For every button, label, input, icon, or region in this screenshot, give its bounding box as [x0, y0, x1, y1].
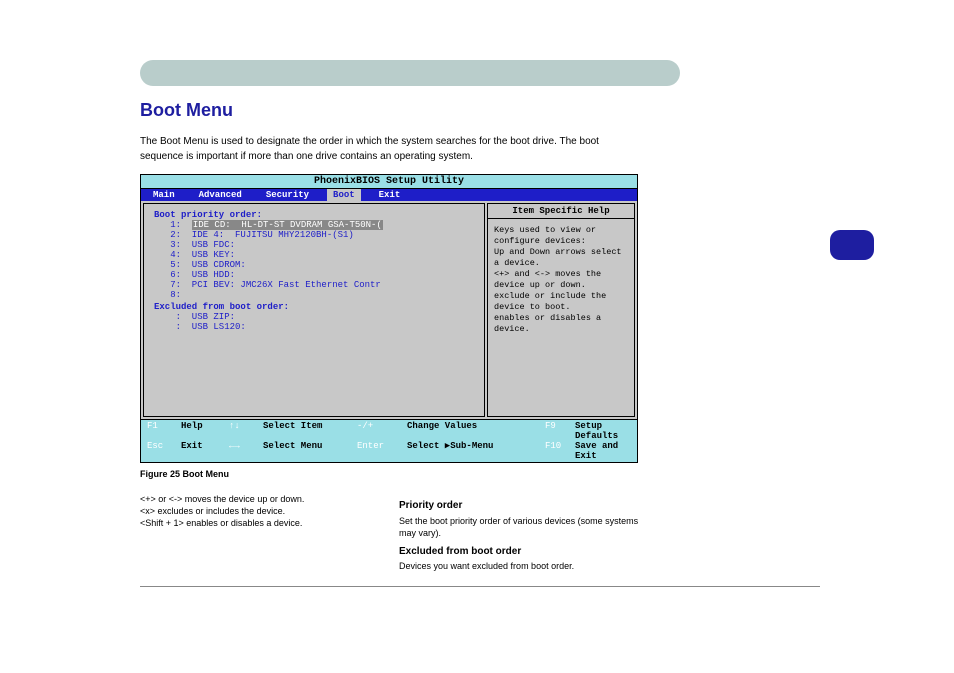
boot-item[interactable]: 1: IDE CD: HL-DT-ST DVDRAM GSA-T50N-(: [154, 220, 474, 230]
key-f9: F9: [545, 421, 575, 441]
boot-item[interactable]: 4: USB KEY:: [154, 250, 474, 260]
intro-paragraph: The Boot Menu is used to designate the o…: [140, 135, 640, 164]
excluded-heading: Excluded from boot order:: [154, 302, 474, 312]
para-excluded: Devices you want excluded from boot orde…: [399, 560, 640, 572]
col-right: Priority order Set the boot priority ord…: [399, 493, 640, 572]
label-selmenu: Select Menu: [263, 441, 357, 461]
boot-item[interactable]: 3: USB FDC:: [154, 240, 474, 250]
section-title: Boot Menu: [140, 100, 820, 121]
boot-item[interactable]: 7: PCI BEV: JMC26X Fast Ethernet Contr: [154, 280, 474, 290]
label-exit: Exit: [181, 441, 229, 461]
bios-tab-advanced[interactable]: Advanced: [193, 189, 248, 201]
bullet-1: <+> or <-> moves the device up or down.: [140, 493, 381, 505]
boot-item[interactable]: 2: IDE 4: FUJITSU MHY2120BH-(S1): [154, 230, 474, 240]
bios-title: PhoenixBIOS Setup Utility: [141, 175, 637, 189]
excluded-item[interactable]: : USB LS120:: [154, 322, 474, 332]
bios-help-pane: Item Specific Help Keys used to view or …: [487, 203, 635, 417]
boot-item[interactable]: 6: USB HDD:: [154, 270, 474, 280]
bios-tab-security[interactable]: Security: [260, 189, 315, 201]
subhead-excluded: Excluded from boot order: [399, 545, 640, 559]
subhead-priority: Priority order: [399, 499, 640, 513]
label-change: Change Values: [407, 421, 545, 441]
label-help: Help: [181, 421, 229, 441]
figure-label: Figure 25 Boot Menu: [140, 469, 638, 479]
lower-columns: <+> or <-> moves the device up or down. …: [140, 493, 640, 572]
page-content: Boot Menu The Boot Menu is used to desig…: [140, 60, 820, 591]
label-defaults: Setup Defaults: [575, 421, 631, 441]
bios-footer-row-2: Esc Exit ←→ Select Menu Enter Select ▶Su…: [141, 441, 637, 461]
label-submenu: Select ▶Sub-Menu: [407, 441, 545, 461]
chapter-bar: [140, 60, 680, 86]
bios-tab-exit[interactable]: Exit: [373, 189, 407, 201]
boot-item[interactable]: 5: USB CDROM:: [154, 260, 474, 270]
label-save: Save and Exit: [575, 441, 631, 461]
bios-tab-boot[interactable]: Boot: [327, 189, 361, 201]
key-leftright: ←→: [229, 441, 263, 461]
bios-tab-main[interactable]: Main: [147, 189, 181, 201]
key-f1: F1: [147, 421, 181, 441]
bios-footer-row-1: F1 Help ↑↓ Select Item -/+ Change Values…: [141, 421, 637, 441]
footer-rule: [140, 586, 820, 587]
key-f10: F10: [545, 441, 575, 461]
excluded-item[interactable]: : USB ZIP:: [154, 312, 474, 322]
key-enter: Enter: [357, 441, 407, 461]
para-priority: Set the boot priority order of various d…: [399, 515, 640, 539]
key-plusminus: -/+: [357, 421, 407, 441]
bios-screenshot: PhoenixBIOS Setup Utility Main Advanced …: [140, 174, 638, 463]
bios-tab-bar[interactable]: Main Advanced Security Boot Exit: [141, 189, 637, 201]
boot-item[interactable]: 8:: [154, 290, 474, 300]
bios-left-pane[interactable]: Boot priority order: 1: IDE CD: HL-DT-ST…: [143, 203, 485, 417]
bullet-2: <x> excludes or includes the device.: [140, 505, 381, 517]
key-esc: Esc: [147, 441, 181, 461]
bios-footer: F1 Help ↑↓ Select Item -/+ Change Values…: [141, 419, 637, 462]
col-left: <+> or <-> moves the device up or down. …: [140, 493, 381, 572]
page-number-badge: [830, 230, 874, 260]
boot-priority-heading: Boot priority order:: [154, 210, 474, 220]
label-selitem: Select Item: [263, 421, 357, 441]
bios-help-body: Keys used to view or configure devices:U…: [488, 219, 634, 341]
bios-help-title: Item Specific Help: [488, 204, 634, 219]
key-updown: ↑↓: [229, 421, 263, 441]
bullet-3: <Shift + 1> enables or disables a device…: [140, 517, 381, 529]
